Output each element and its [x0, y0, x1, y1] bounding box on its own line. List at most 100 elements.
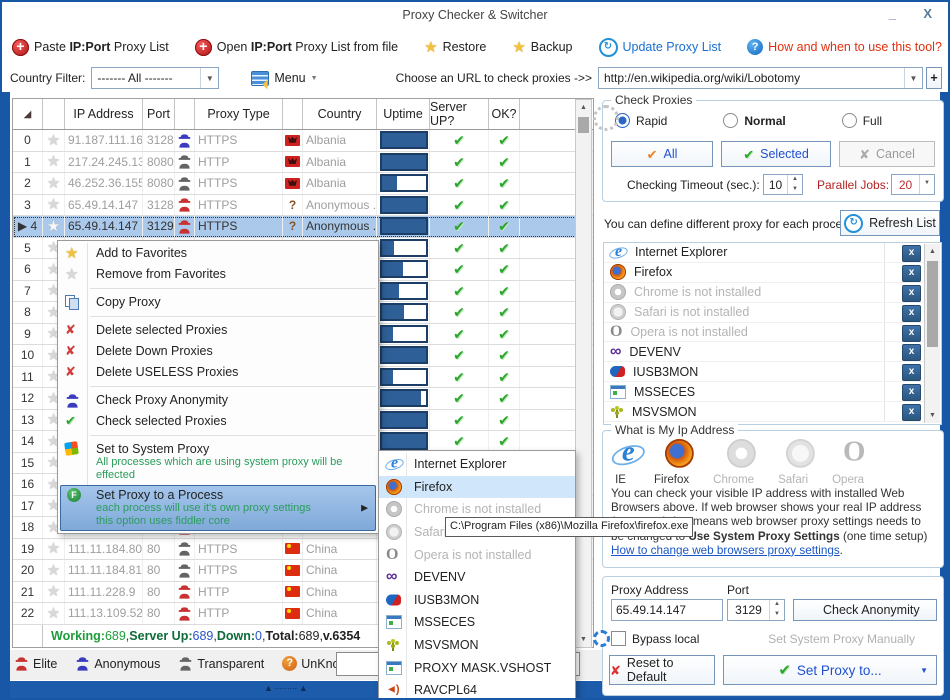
- remove-process-button[interactable]: x: [902, 404, 921, 422]
- table-row[interactable]: 0 ★ 91.187.111.165 3128 HTTPS Albania ✔ ✔: [13, 130, 593, 152]
- context-menu-item[interactable]: ★ Remove from Favorites: [58, 264, 378, 285]
- process-list-item[interactable]: MSSECES x: [604, 382, 941, 403]
- favorite-star-cell[interactable]: ★: [43, 538, 65, 559]
- sort-corner[interactable]: ◢: [13, 99, 43, 129]
- submenu-item[interactable]: MSVSMON: [379, 634, 575, 657]
- submenu-item[interactable]: ◄) RAVCPL64: [379, 679, 575, 698]
- scroll-down-arrow[interactable]: ▼: [925, 408, 940, 423]
- favorite-star-cell[interactable]: ★: [43, 581, 65, 602]
- submenu-item[interactable]: O Opera is not installed: [379, 543, 575, 566]
- context-menu-item[interactable]: ✔ Check selected Proxies: [58, 411, 378, 432]
- spinner-arrows[interactable]: ▲ ▼: [787, 175, 802, 194]
- checkbox-icon[interactable]: [611, 631, 626, 646]
- scroll-thumb[interactable]: [927, 261, 938, 347]
- scroll-down-arrow[interactable]: ▼: [576, 632, 591, 647]
- submenu-item[interactable]: e Internet Explorer: [379, 453, 575, 476]
- submenu-item[interactable]: PROXY MASK.VSHOST: [379, 656, 575, 679]
- check-selected-button[interactable]: ✔ Selected: [721, 141, 831, 167]
- browser-check-button[interactable]: O Opera: [832, 438, 865, 486]
- browser-check-button[interactable]: Chrome: [713, 439, 756, 486]
- country-column-header[interactable]: Country: [303, 99, 377, 129]
- cancel-button[interactable]: ✘ Cancel: [839, 141, 935, 167]
- submenu-item[interactable]: MSSECES: [379, 611, 575, 634]
- favorite-star-cell[interactable]: ★: [43, 560, 65, 581]
- help-button[interactable]: How and when to use this tool?: [741, 36, 948, 58]
- favorite-star-cell[interactable]: ★: [43, 151, 65, 172]
- context-menu-item[interactable]: ★ Add to Favorites: [58, 243, 378, 264]
- port-column-header[interactable]: Port: [143, 99, 175, 129]
- remove-process-button[interactable]: x: [902, 304, 921, 322]
- process-list-scrollbar[interactable]: ▲ ▼: [924, 244, 940, 423]
- timeout-spinner[interactable]: 10 ▲ ▼: [763, 174, 803, 195]
- radio-icon[interactable]: [723, 113, 739, 128]
- check-mode-radio[interactable]: Rapid: [615, 113, 667, 128]
- submenu-item[interactable]: ∞ DEVENV: [379, 566, 575, 589]
- check-all-button[interactable]: ✔ All: [611, 141, 713, 167]
- process-list-item[interactable]: Firefox x: [604, 262, 941, 283]
- submenu-item[interactable]: IUSB3MON: [379, 589, 575, 612]
- context-menu-item[interactable]: ✘ Delete Down Proxies: [58, 341, 378, 362]
- context-menu-item[interactable]: ✘ Delete selected Proxies: [58, 320, 378, 341]
- context-menu-item[interactable]: Set to System Proxy All processes which a…: [58, 439, 378, 485]
- scroll-thumb[interactable]: [578, 117, 589, 133]
- radio-icon[interactable]: [841, 113, 857, 128]
- process-list-item[interactable]: Safari is not installed x: [604, 302, 941, 323]
- anonymity-column-header[interactable]: [175, 99, 195, 129]
- context-menu-item[interactable]: Set Proxy to a Processeach process will …: [60, 485, 376, 531]
- favorite-star-cell[interactable]: ★: [43, 130, 65, 151]
- favorite-column-header[interactable]: [43, 99, 65, 129]
- remove-process-button[interactable]: x: [902, 324, 921, 342]
- process-list-item[interactable]: ∞ DEVENV x: [604, 342, 941, 363]
- process-list-item[interactable]: O Opera is not installed x: [604, 322, 941, 343]
- uptime-column-header[interactable]: Uptime: [377, 99, 430, 129]
- table-row[interactable]: 1★217.24.245.1308080 HTTP Albania ✔ ✔: [13, 151, 593, 173]
- menu-button[interactable]: Menu ▼: [245, 68, 323, 89]
- chevron-down-icon[interactable]: ▼: [904, 68, 922, 88]
- type-column-header[interactable]: Proxy Type: [195, 99, 283, 129]
- submenu-item[interactable]: Firefox: [379, 475, 575, 499]
- table-row[interactable]: ▶ 4 ★ 65.49.14.147 3129 HTTPS? Anonymous ... ✔…: [13, 216, 593, 238]
- url-combo[interactable]: http://en.wikipedia.org/wiki/Lobotomy ▼: [598, 67, 923, 89]
- ip-column-header[interactable]: IP Address: [65, 99, 143, 129]
- favorite-star-cell[interactable]: ★: [43, 603, 65, 624]
- remove-process-button[interactable]: x: [902, 245, 921, 262]
- browser-check-button[interactable]: e IE: [611, 438, 635, 486]
- reset-default-button[interactable]: ✘ Reset to Default: [609, 655, 715, 685]
- gear-icon[interactable]: [593, 630, 610, 647]
- serverup-column-header[interactable]: Server UP?: [430, 99, 489, 129]
- ok-column-header[interactable]: OK?: [489, 99, 520, 129]
- table-row[interactable]: 2 ★ 46.252.36.155 8080 HTTPS Albania ✔ ✔: [13, 173, 593, 195]
- port-spinner[interactable]: 3129 ▲ ▼: [727, 599, 785, 621]
- add-url-button[interactable]: +: [926, 67, 942, 89]
- process-list-item[interactable]: IUSB3MON x: [604, 362, 941, 383]
- chevron-down-icon[interactable]: ▼: [919, 175, 934, 194]
- flag-column-header[interactable]: [283, 99, 303, 129]
- process-list-item[interactable]: MSVSMON x: [604, 402, 941, 423]
- table-row[interactable]: 3 ★ 65.49.14.147 3128 HTTPS? Anonymous ... ✔ ✔: [13, 194, 593, 216]
- chevron-down-icon[interactable]: ▼: [200, 68, 218, 88]
- open-proxy-list-button[interactable]: Open IP:Port Proxy List from file: [189, 36, 404, 59]
- check-mode-radio[interactable]: Full: [841, 113, 882, 128]
- table-scrollbar[interactable]: ▲ ▼: [575, 99, 592, 648]
- favorite-star-cell[interactable]: ★: [43, 216, 65, 237]
- context-menu-item[interactable]: ✘ Delete USELESS Proxies: [58, 362, 378, 383]
- remove-process-button[interactable]: x: [902, 364, 921, 382]
- scroll-up-arrow[interactable]: ▲: [925, 244, 940, 259]
- remove-process-button[interactable]: x: [902, 384, 921, 402]
- context-menu-item[interactable]: Check Proxy Anonymity: [58, 390, 378, 411]
- set-proxy-button[interactable]: ✔ Set Proxy to... ▼: [723, 655, 937, 685]
- remove-process-button[interactable]: x: [902, 284, 921, 302]
- proxy-address-input[interactable]: 65.49.14.147: [611, 599, 723, 621]
- scroll-up-arrow[interactable]: ▲: [576, 100, 591, 115]
- process-list-item[interactable]: e Internet Explorer x: [604, 243, 941, 263]
- remove-process-button[interactable]: x: [902, 264, 921, 282]
- backup-button[interactable]: ★ Backup: [506, 37, 578, 58]
- browser-settings-link[interactable]: How to change web browsers proxy setting…: [611, 544, 840, 557]
- update-proxy-list-button[interactable]: Update Proxy List: [593, 35, 728, 60]
- parallel-jobs-select[interactable]: 20 ▼: [891, 174, 935, 195]
- favorite-star-cell[interactable]: ★: [43, 194, 65, 215]
- restore-button[interactable]: ★ Restore: [418, 37, 492, 58]
- refresh-list-button[interactable]: Refresh List: [840, 210, 940, 236]
- bypass-local-checkbox[interactable]: Bypass local: [611, 631, 699, 646]
- spinner-arrows[interactable]: ▲ ▼: [769, 600, 784, 620]
